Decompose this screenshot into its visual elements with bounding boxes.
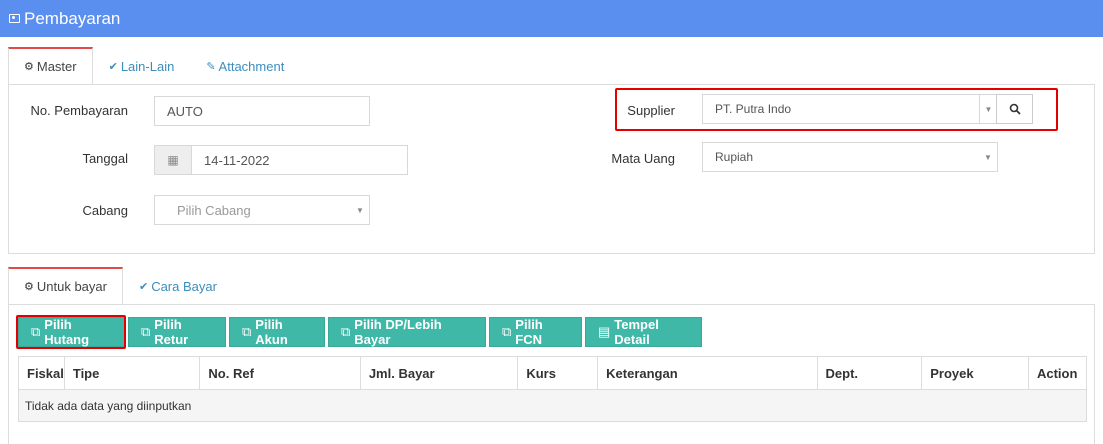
check-circle-icon: ✔ (138, 280, 149, 293)
calendar-icon[interactable]: ▦ (155, 146, 192, 174)
chevron-down-icon: ▼ (356, 205, 364, 215)
mata-uang-label: Mata Uang (611, 151, 675, 166)
page-header: Pembayaran (0, 0, 1103, 37)
chevron-down-icon: ▼ (984, 152, 992, 162)
pilih-retur-button[interactable]: ⧉ Pilih Retur (128, 317, 226, 347)
detail-tabs: ⚙ Untuk bayar ✔ Cara Bayar (8, 267, 233, 305)
copy-icon: ⧉ (502, 324, 512, 339)
page-title: Pembayaran (24, 8, 121, 28)
pilih-fcn-button[interactable]: ⧉ Pilih FCN (489, 317, 582, 347)
copy-icon: ⧉ (341, 324, 351, 339)
cabang-select[interactable]: Pilih Cabang ▼ (154, 195, 370, 225)
no-pembayaran-label: No. Pembayaran (30, 103, 128, 118)
master-tabs: ⚙ Master ✔ Lain-Lain ✎ Attachment (8, 47, 300, 85)
table-header-row: Fiskal Tipe No. Ref Jml. Bayar Kurs Kete… (18, 356, 1088, 390)
cabang-label: Cabang (82, 203, 128, 218)
check-circle-icon: ✔ (108, 60, 118, 73)
column-header: Keterangan (597, 356, 818, 390)
tanggal-label: Tanggal (82, 151, 128, 166)
money-icon (9, 14, 20, 23)
empty-message: Tidak ada data yang diinputkan (18, 389, 1087, 422)
tab-lain-lain[interactable]: ✔ Lain-Lain (93, 47, 191, 85)
no-pembayaran-field[interactable]: AUTO (154, 96, 370, 126)
tab-attachment[interactable]: ✎ Attachment (190, 47, 300, 85)
mata-uang-select[interactable]: Rupiah ▼ (702, 142, 998, 172)
tempel-detail-button[interactable]: ▤ Tempel Detail (585, 317, 702, 347)
payment-detail-table: Fiskal Tipe No. Ref Jml. Bayar Kurs Kete… (18, 356, 1088, 422)
column-header: Dept. (816, 356, 923, 390)
copy-icon: ⧉ (242, 324, 252, 339)
column-header: Jml. Bayar (359, 356, 519, 390)
cogs-icon: ⚙ (24, 61, 34, 73)
tab-untuk-bayar[interactable]: ⚙ Untuk bayar (8, 267, 123, 305)
column-header: Tipe (63, 356, 201, 390)
paperclip-icon: ✎ (206, 60, 216, 73)
table-row: Tidak ada data yang diinputkan (18, 389, 1087, 422)
tanggal-field[interactable]: ▦ 14-11-2022 (154, 145, 408, 175)
supplier-highlight (615, 88, 1058, 131)
pilih-hutang-highlight (16, 315, 126, 349)
tab-cara-bayar[interactable]: ✔ Cara Bayar (123, 267, 233, 305)
column-header: Kurs (517, 356, 599, 390)
paste-icon: ▤ (598, 324, 611, 339)
column-header: No. Ref (199, 356, 361, 390)
cogs-icon: ⚙ (24, 281, 34, 293)
column-header: Proyek (921, 356, 1029, 390)
copy-icon: ⧉ (141, 324, 151, 339)
pilih-dp-button[interactable]: ⧉ Pilih DP/Lebih Bayar (328, 317, 486, 347)
column-header: Action (1027, 356, 1088, 390)
pilih-akun-button[interactable]: ⧉ Pilih Akun (229, 317, 325, 347)
column-header: Fiskal (18, 356, 65, 390)
tab-master[interactable]: ⚙ Master (8, 47, 93, 85)
